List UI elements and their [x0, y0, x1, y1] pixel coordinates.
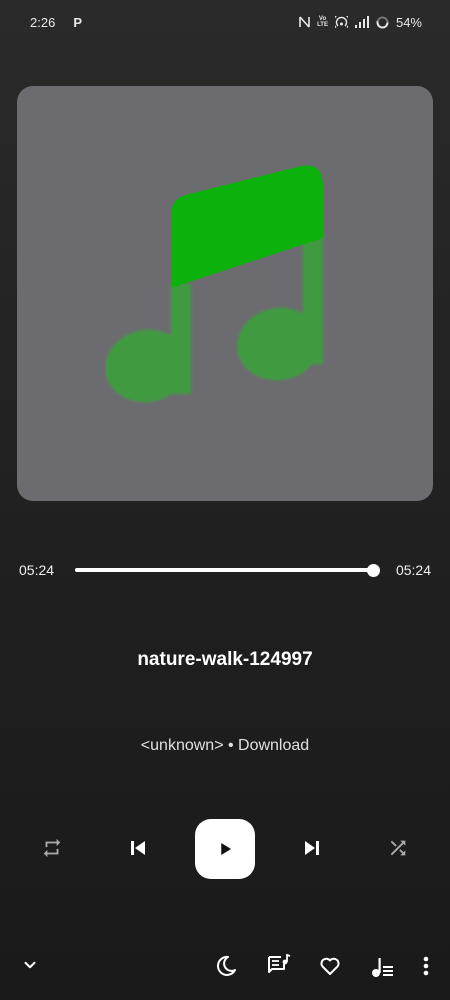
sleep-timer-moon-icon: [216, 955, 236, 976]
repeat-icon: [43, 838, 61, 858]
more-vertical-icon: [423, 956, 429, 976]
favorite-button[interactable]: [317, 953, 343, 979]
shuffle-icon: [390, 840, 406, 856]
play-icon: [221, 843, 231, 855]
play-button[interactable]: [195, 819, 255, 879]
repeat-button[interactable]: [38, 834, 66, 862]
battery-icon: [376, 16, 389, 29]
status-left: 2:26 P: [30, 15, 82, 30]
app-indicator-icon: P: [73, 14, 82, 30]
elapsed-time: 05:24: [19, 562, 55, 578]
heart-icon: [320, 957, 340, 975]
album-art[interactable]: [17, 86, 433, 501]
skip-next-icon: [305, 841, 319, 855]
skip-previous-icon: [131, 841, 145, 855]
lyrics-button[interactable]: [265, 952, 293, 980]
next-button[interactable]: [298, 834, 326, 862]
shuffle-button[interactable]: [384, 834, 412, 862]
progress-thumb[interactable]: [367, 564, 380, 577]
track-title: nature-walk-124997: [137, 649, 313, 670]
total-time: 05:24: [395, 562, 431, 578]
status-right: Vo LTE 54%: [299, 15, 422, 30]
previous-button[interactable]: [124, 834, 152, 862]
more-options-button[interactable]: [416, 953, 436, 979]
queue-button[interactable]: [368, 953, 396, 981]
lyrics-icon: [268, 953, 291, 973]
status-bar: 2:26 P Vo LTE 54%: [0, 0, 450, 44]
hotspot-icon: [334, 16, 348, 28]
status-time: 2:26: [30, 14, 56, 30]
track-subtitle[interactable]: <unknown> • Download: [0, 737, 450, 755]
progress-fill: [75, 568, 373, 572]
chevron-down-icon: [24, 961, 36, 969]
progress-track[interactable]: [75, 568, 373, 572]
sleep-timer-button[interactable]: [213, 953, 239, 979]
battery-percent: 54%: [395, 14, 422, 30]
now-playing-screen: 2:26 P Vo LTE 54% 05:24 05:24 nature-wal…: [0, 0, 450, 1000]
volte-icon: Vo LTE: [317, 16, 328, 28]
music-note-icon: [105, 164, 323, 402]
queue-icon: [372, 958, 393, 977]
signal-icon: [354, 16, 369, 28]
nfc-icon: [299, 16, 310, 28]
collapse-button[interactable]: [18, 953, 42, 977]
